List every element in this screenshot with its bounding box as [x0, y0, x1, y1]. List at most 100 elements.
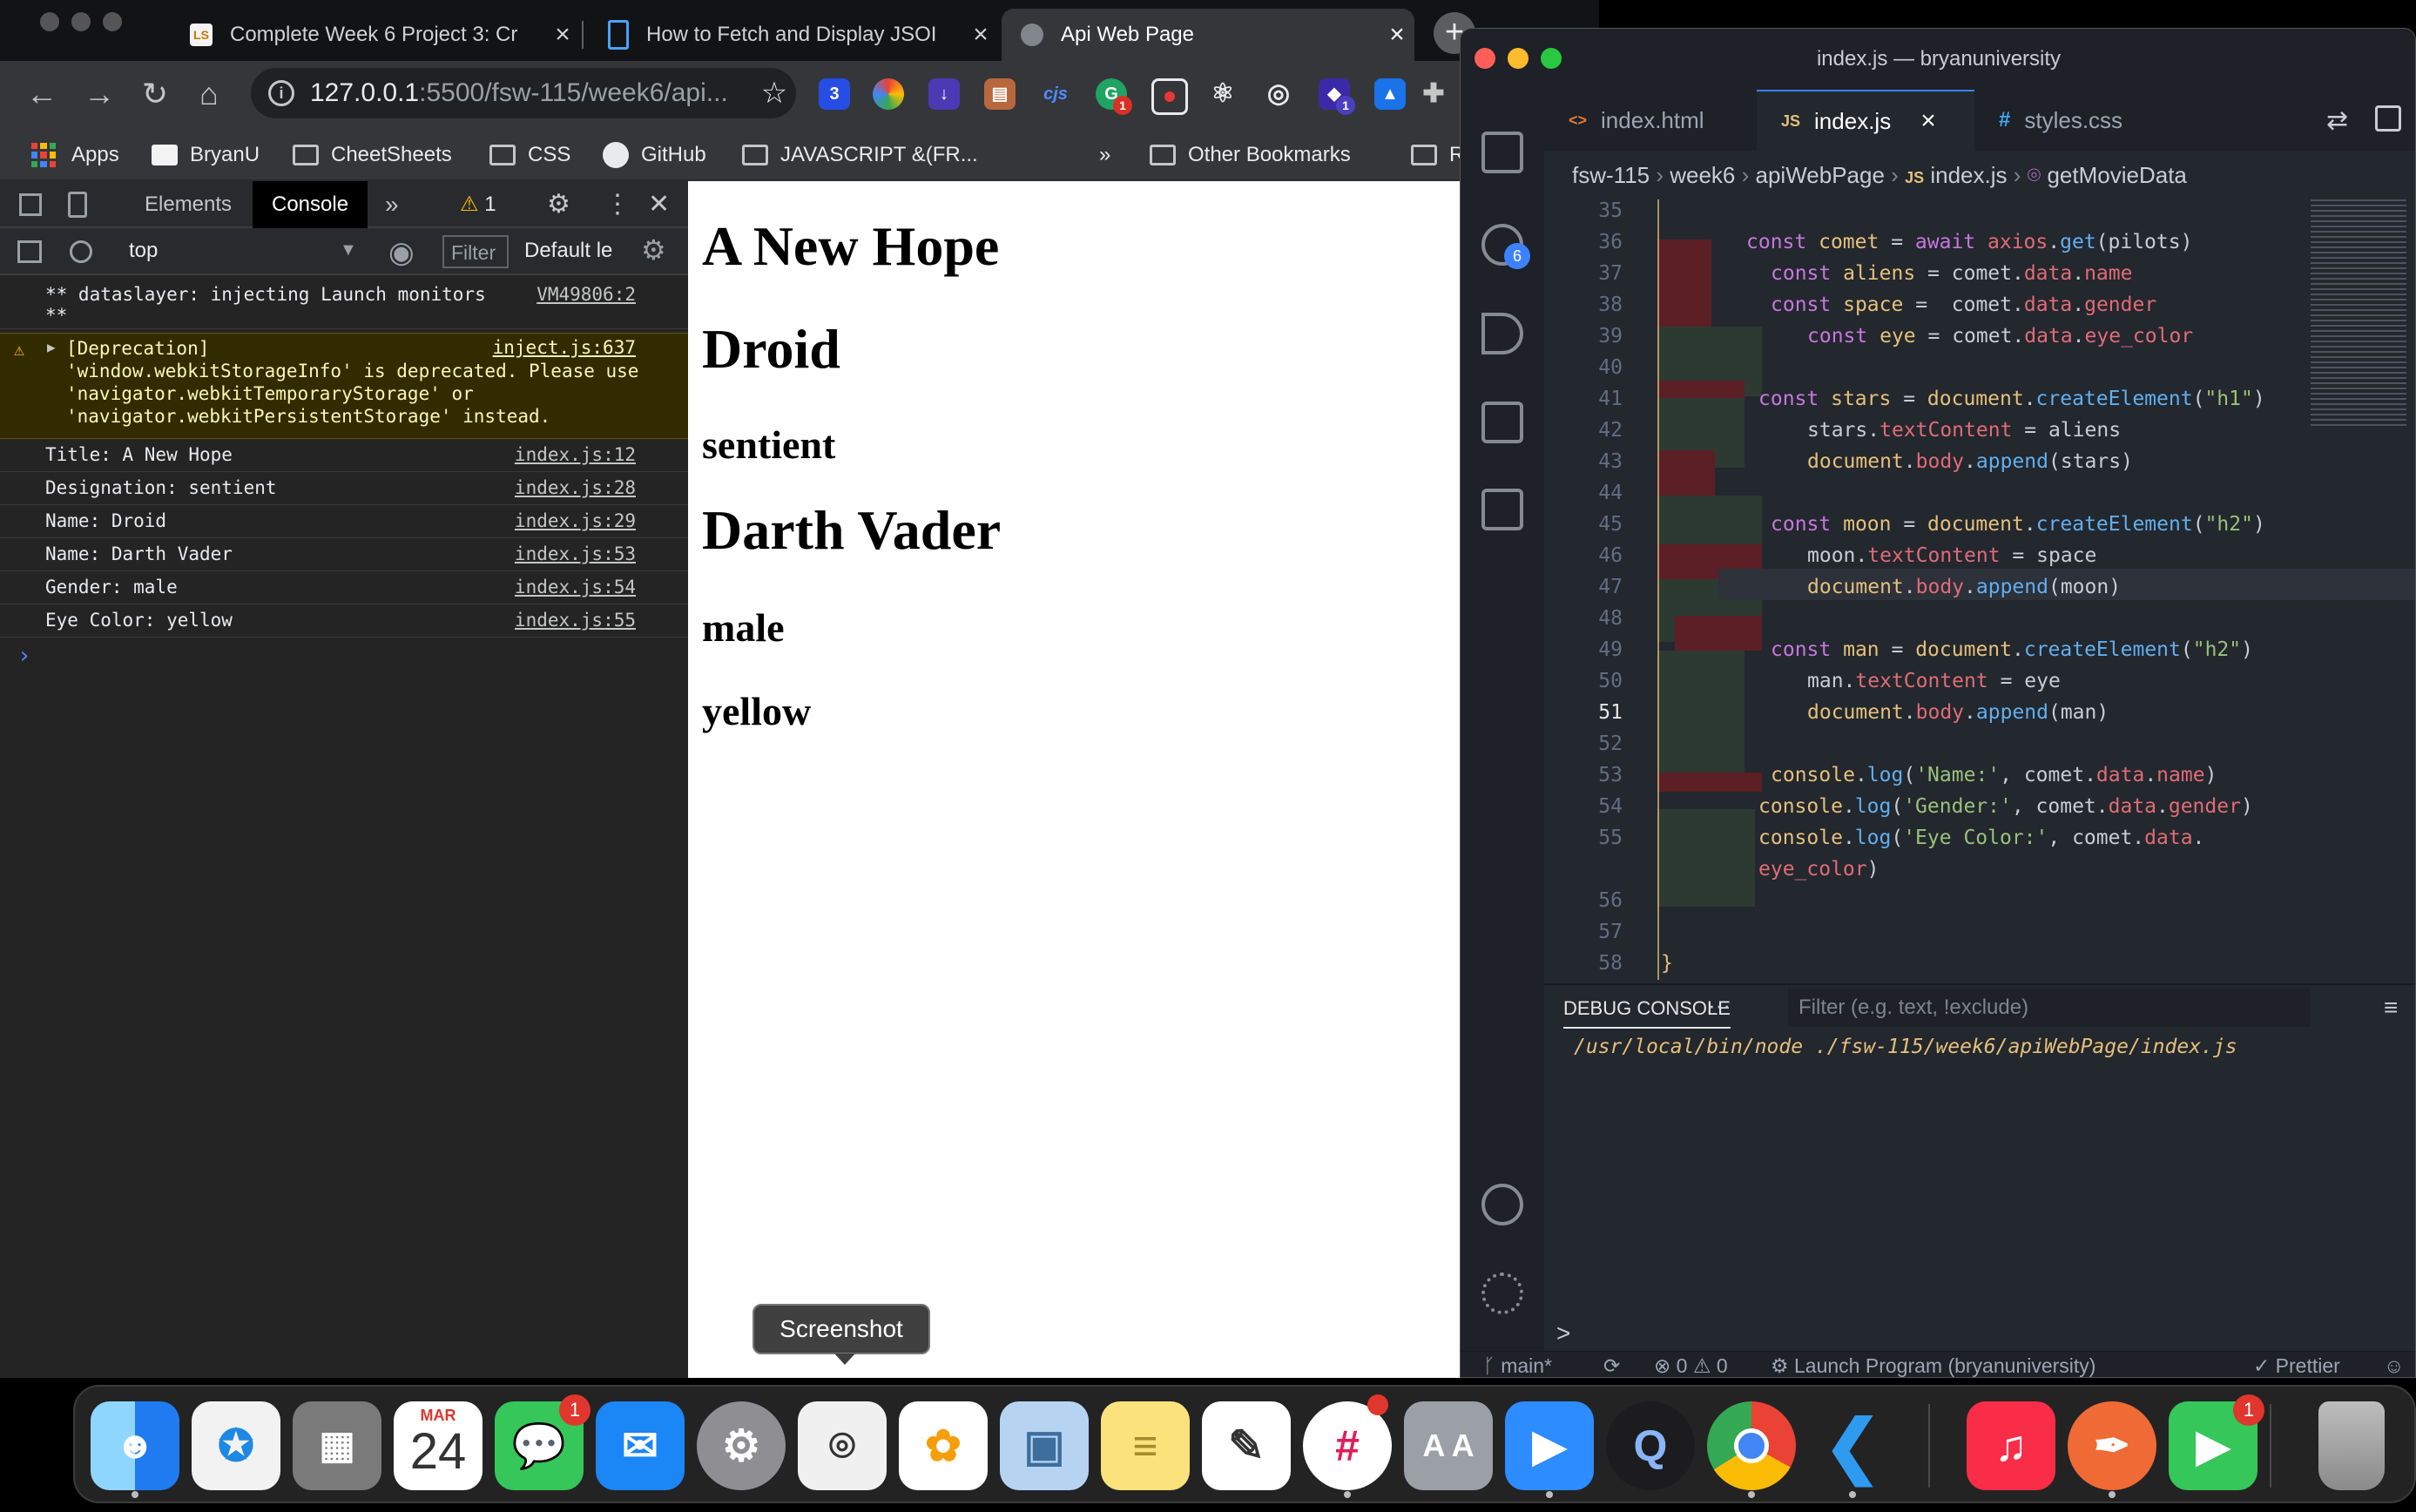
feedback-icon[interactable]: ☺: [2384, 1352, 2404, 1377]
bookmarks-overflow-chevron[interactable]: »: [1099, 139, 1110, 171]
bookmark-bryanu[interactable]: BryanU: [152, 139, 260, 171]
target-extension-icon[interactable]: ◎: [1263, 78, 1294, 110]
source-link[interactable]: index.js:29: [515, 510, 636, 531]
log-levels-dropdown[interactable]: Default le: [524, 239, 612, 263]
warnings-counter[interactable]: ⚠ 1: [460, 181, 496, 228]
browser-tab[interactable]: How to Fetch and Display JSOI ×: [589, 9, 998, 61]
window-close-button[interactable]: [40, 12, 59, 31]
account-icon[interactable]: [1481, 1184, 1523, 1225]
breadcrumb-item[interactable]: index.js: [1930, 162, 2007, 188]
clear-console-icon[interactable]: ≡: [2384, 994, 2398, 1022]
download-extension-icon[interactable]: ↓: [928, 78, 960, 110]
screenshot-app-icon[interactable]: ⌾: [798, 1401, 887, 1490]
close-icon[interactable]: ×: [963, 20, 998, 50]
close-icon[interactable]: ×: [1380, 20, 1414, 50]
source-link[interactable]: index.js:53: [515, 543, 636, 564]
home-icon[interactable]: ⌂: [190, 75, 228, 113]
browser-tab[interactable]: LS Complete Week 6 Project 3: Cr ×: [171, 9, 580, 61]
grammarly-extension-icon[interactable]: G1: [1096, 78, 1132, 115]
css-extension-icon[interactable]: 3: [819, 78, 850, 110]
mail-icon[interactable]: ✉: [596, 1401, 685, 1490]
console-settings-gear-icon[interactable]: ⚙: [641, 233, 666, 267]
close-icon[interactable]: ✕: [648, 181, 670, 228]
browser-tab-active[interactable]: Api Web Page ×: [1002, 9, 1414, 61]
source-link[interactable]: inject.js:637: [493, 337, 636, 358]
inspect-element-icon[interactable]: [19, 193, 42, 216]
bookmark-star-icon[interactable]: ☆: [752, 76, 796, 111]
more-actions-icon[interactable]: ···: [1708, 992, 1731, 1019]
kebab-menu-icon[interactable]: ⋮: [604, 181, 631, 228]
split-editor-icon[interactable]: [2375, 105, 2401, 132]
system-preferences-icon[interactable]: ⚙: [697, 1401, 786, 1490]
expand-triangle-icon[interactable]: ▶: [47, 339, 56, 355]
manage-gear-icon[interactable]: [1481, 1272, 1523, 1314]
font-book-icon[interactable]: A A: [1404, 1401, 1493, 1490]
source-link[interactable]: index.js:55: [515, 610, 636, 631]
debug-filter-input[interactable]: Filter (e.g. text, !exclude): [1788, 989, 2311, 1027]
bookmark-github[interactable]: GitHub: [603, 139, 706, 171]
run-debug-icon[interactable]: [1481, 313, 1523, 354]
slack-icon[interactable]: #: [1303, 1394, 1392, 1490]
window-zoom-button[interactable]: [103, 12, 122, 31]
tab-console[interactable]: Console: [253, 181, 368, 228]
info-icon[interactable]: i: [268, 80, 294, 106]
safari-icon[interactable]: ✪: [192, 1401, 280, 1490]
trash-icon[interactable]: [2318, 1401, 2385, 1490]
finder-icon[interactable]: ☻: [91, 1401, 179, 1490]
window-zoom-button[interactable]: [1541, 48, 1562, 69]
messages-icon[interactable]: 💬 1: [495, 1394, 591, 1490]
sync-icon[interactable]: ⟳: [1603, 1352, 1620, 1377]
bookmark-extension-icon[interactable]: ▤: [984, 78, 1016, 110]
close-icon[interactable]: ×: [545, 20, 580, 50]
breadcrumb-item[interactable]: getMovieData: [2047, 162, 2186, 188]
settings-gear-icon[interactable]: ⚙: [547, 181, 570, 228]
bookmark-cheetsheets[interactable]: CheetSheets: [293, 139, 452, 171]
bookmark-other-bookmarks[interactable]: Other Bookmarks: [1150, 139, 1351, 171]
facetime-icon[interactable]: ▶ 1: [2169, 1394, 2264, 1490]
vpn-extension-icon[interactable]: ▲: [1374, 78, 1406, 110]
source-link[interactable]: index.js:28: [515, 477, 636, 498]
extensions-icon[interactable]: [1481, 402, 1523, 443]
more-tabs-chevron-icon[interactable]: »: [385, 181, 399, 228]
prettier-status[interactable]: ✓ Prettier: [2253, 1352, 2340, 1377]
tab-index-js[interactable]: JS index.js ×: [1757, 90, 1974, 151]
problems-status[interactable]: ⊗ 0 ⚠ 0: [1654, 1352, 1728, 1377]
tab-styles-css[interactable]: # styles.css: [1974, 90, 2187, 151]
tab-debug-console[interactable]: DEBUG CONSOLE: [1563, 997, 1731, 1029]
clear-console-icon[interactable]: [70, 240, 92, 263]
bookmark-javascript[interactable]: JAVASCRIPT &(FR...: [742, 139, 978, 171]
bookmark-reading-list[interactable]: R: [1411, 139, 1464, 171]
textedit-icon[interactable]: ✎: [1202, 1401, 1291, 1490]
bookmark-css[interactable]: CSS: [489, 139, 570, 171]
forward-arrow-icon[interactable]: →: [80, 75, 118, 113]
breadcrumb-item[interactable]: fsw-115: [1572, 162, 1650, 188]
url-text[interactable]: 127.0.0.1:5500/fsw-115/week6/api...: [310, 78, 752, 108]
react-extension-icon[interactable]: ⚛: [1207, 78, 1238, 110]
explorer-files-icon[interactable]: [1481, 132, 1523, 173]
code-editor[interactable]: 35 36 37 38 39 40 41 42 43 44 45 46 47 4…: [1544, 199, 2415, 983]
breadcrumb-item[interactable]: apiWebPage: [1756, 162, 1885, 188]
console-prompt[interactable]: ›: [0, 639, 688, 674]
breadcrumb-item[interactable]: week6: [1670, 162, 1735, 188]
vscode-icon[interactable]: ❮: [1808, 1401, 1897, 1490]
calendar-icon[interactable]: MAR 24: [394, 1401, 483, 1490]
context-selector[interactable]: top: [129, 239, 158, 263]
minimap[interactable]: [2311, 199, 2406, 426]
compare-changes-icon[interactable]: ⇄: [2326, 105, 2348, 136]
music-icon[interactable]: ♫: [1967, 1401, 2055, 1490]
zoom-icon[interactable]: ▶: [1505, 1401, 1594, 1490]
branch-status[interactable]: ᚴ main*: [1483, 1352, 1552, 1377]
preview-icon[interactable]: ▣: [1000, 1401, 1089, 1490]
sidebar-toggle-icon[interactable]: [17, 240, 42, 263]
tab-elements[interactable]: Elements: [145, 181, 232, 228]
launch-program-status[interactable]: ⚙ Launch Program (bryanuniversity): [1771, 1352, 2095, 1377]
dataslayer-extension-icon[interactable]: ◆ 1: [1319, 78, 1355, 115]
source-link[interactable]: VM49806:2: [537, 284, 636, 305]
cjs-extension-icon[interactable]: cjs: [1040, 78, 1071, 110]
address-bar[interactable]: i 127.0.0.1:5500/fsw-115/week6/api... ☆: [251, 68, 796, 118]
eye-icon[interactable]: ◉: [388, 235, 415, 270]
source-link[interactable]: index.js:54: [515, 577, 636, 597]
source-link[interactable]: index.js:12: [515, 444, 636, 465]
reload-icon[interactable]: ↻: [136, 75, 174, 113]
pen-tool-app-icon[interactable]: ✒: [2068, 1401, 2156, 1490]
